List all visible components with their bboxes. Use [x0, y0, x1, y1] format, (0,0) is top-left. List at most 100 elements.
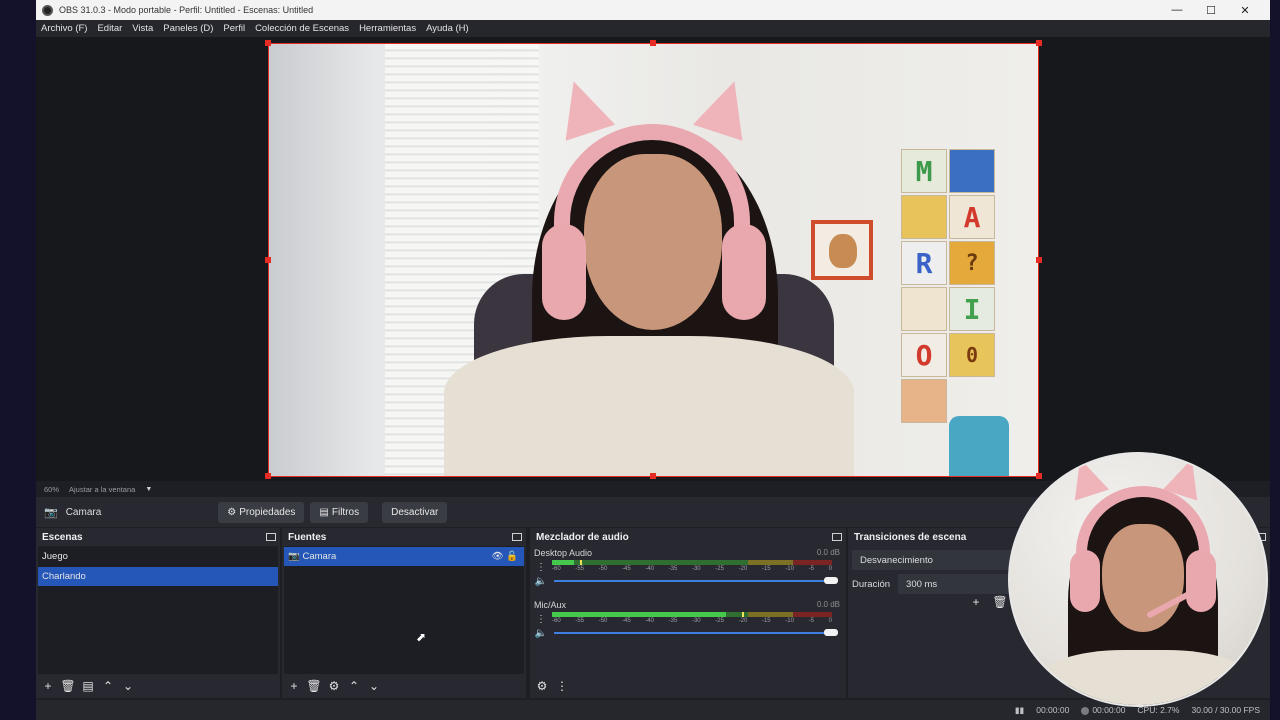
close-icon[interactable]: ✕ — [1228, 0, 1262, 20]
resize-handle[interactable] — [650, 473, 656, 479]
menu-perfil[interactable]: Perfil — [218, 23, 250, 34]
meter-tick-label: -25 — [715, 566, 724, 572]
audio-mixer-dock: Mezclador de audio Desktop Audio 0.0 dB … — [530, 528, 846, 698]
scene-item[interactable]: Juego — [38, 547, 278, 566]
mushroom-tile — [901, 287, 947, 331]
scene-item-selected[interactable]: Charlando — [38, 567, 278, 586]
source-item[interactable]: 📷 Camara 👁 🔓 — [284, 547, 524, 566]
undock-icon[interactable] — [266, 533, 276, 541]
selected-source-name: Camara — [65, 506, 102, 518]
record-icon — [1081, 706, 1090, 715]
mixer-title: Mezclador de audio — [536, 531, 629, 543]
resize-handle[interactable] — [1036, 473, 1042, 479]
meter-tick-label: -30 — [691, 566, 701, 572]
meter-tick-label: -45 — [621, 566, 631, 572]
meter-tick-label: -5 — [808, 618, 814, 624]
meter-tick-label: -45 — [621, 618, 631, 624]
window-title: OBS 31.0.3 - Modo portable - Perfil: Unt… — [59, 5, 314, 15]
title-bar: OBS 31.0.3 - Modo portable - Perfil: Unt… — [36, 0, 1270, 20]
menu-herramientas[interactable]: Herramientas — [354, 23, 421, 34]
meter-tick-label: -15 — [761, 566, 771, 572]
mario-tile — [949, 149, 995, 193]
deactivate-button[interactable]: Desactivar — [382, 501, 448, 523]
add-icon[interactable]: + — [968, 594, 984, 610]
meter-tick-label: 0 — [828, 566, 832, 572]
sources-title: Fuentes — [288, 531, 327, 543]
resize-handle[interactable] — [265, 40, 271, 46]
camera-preview-source[interactable]: M A R ? I O 0 — [268, 43, 1039, 477]
meter-tick-label: -20 — [738, 566, 748, 572]
meter-tick-label: -10 — [785, 566, 794, 572]
stream-time: 00:00:00 — [1036, 705, 1070, 715]
meter-tick-label: -30 — [691, 618, 701, 624]
letter-tile: O — [901, 333, 947, 377]
move-down-icon[interactable]: ⌄ — [366, 678, 382, 694]
volume-meter: -60 -55 -50 -45 -40 -35 -30 -25 -20 -15 -10 -5 0 — [548, 612, 834, 626]
desktop-background-left — [0, 0, 36, 720]
transition-select[interactable]: Desvanecimiento — [852, 550, 1012, 570]
undock-icon[interactable] — [512, 533, 522, 541]
menu-paneles[interactable]: Paneles (D) — [158, 23, 218, 34]
add-icon[interactable]: + — [40, 678, 56, 694]
transitions-title: Transiciones de escena — [854, 531, 967, 543]
meter-tick-label: -50 — [598, 618, 608, 624]
move-down-icon[interactable]: ⌄ — [120, 678, 136, 694]
minimize-icon[interactable]: — — [1160, 0, 1194, 20]
resize-handle[interactable] — [265, 257, 271, 263]
sources-list: 📷 Camara 👁 🔓 ⬈ — [284, 546, 524, 674]
scenes-list: Juego Charlando — [38, 546, 278, 674]
visibility-eye-icon[interactable]: 👁 — [491, 551, 503, 562]
maximize-icon[interactable]: ☐ — [1194, 0, 1228, 20]
duration-input[interactable]: 300 ms — [898, 574, 1009, 594]
resize-handle[interactable] — [265, 473, 271, 479]
slider-knob[interactable] — [824, 577, 838, 584]
menu-bar: Archivo (F) Editar Vista Paneles (D) Per… — [36, 20, 1270, 37]
menu-vista[interactable]: Vista — [127, 23, 158, 34]
scenes-dock: Escenas Juego Charlando + 🗑 ▤ ⌃ ⌄ — [36, 528, 280, 698]
flower-tile — [901, 379, 947, 423]
meter-tick-label: -40 — [645, 566, 654, 572]
menu-coleccion-escenas[interactable]: Colección de Escenas — [250, 23, 354, 34]
more-options-icon[interactable]: ⋮ — [534, 562, 548, 573]
speaker-icon[interactable]: 🔈 — [534, 576, 548, 587]
add-icon[interactable]: + — [286, 678, 302, 694]
menu-editar[interactable]: Editar — [92, 23, 127, 34]
trash-icon[interactable]: 🗑 — [306, 678, 322, 694]
volume-slider[interactable] — [554, 628, 838, 638]
fit-to-window-label[interactable]: Ajustar a la ventana — [69, 485, 135, 494]
water-bottle — [949, 416, 1009, 476]
letter-block-board: M A R ? I O 0 — [901, 149, 999, 431]
camera-icon: 📷 — [288, 551, 300, 562]
gear-icon[interactable]: ⚙ — [326, 678, 342, 694]
menu-ayuda[interactable]: Ayuda (H) — [421, 23, 474, 34]
resize-handle[interactable] — [1036, 40, 1042, 46]
lock-icon[interactable]: 🔓 — [506, 551, 518, 562]
resize-handle[interactable] — [650, 40, 656, 46]
meter-tick-label: -5 — [808, 566, 814, 572]
preview-area: M A R ? I O 0 — [36, 37, 1270, 481]
meter-tick-label: -35 — [668, 566, 678, 572]
filter-icon[interactable]: ▤ — [80, 678, 96, 694]
speaker-icon[interactable]: 🔈 — [534, 628, 548, 639]
chevron-down-icon[interactable]: ▼ — [145, 486, 152, 493]
trash-icon[interactable]: 🗑 — [60, 678, 76, 694]
menu-archivo[interactable]: Archivo (F) — [36, 23, 92, 34]
meter-tick-label: -20 — [738, 618, 748, 624]
undock-icon[interactable] — [832, 533, 842, 541]
advanced-audio-gear-icon[interactable]: ⚙ — [534, 678, 550, 694]
properties-button[interactable]: ⚙ Propiedades — [218, 501, 305, 523]
volume-slider[interactable] — [554, 576, 838, 586]
move-up-icon[interactable]: ⌃ — [346, 678, 362, 694]
mouse-cursor-icon: ⬈ — [416, 630, 427, 644]
more-options-icon[interactable]: ⋮ — [534, 614, 548, 625]
meter-tick-label: -35 — [668, 618, 678, 624]
channel-name: Mic/Aux — [534, 600, 567, 610]
move-up-icon[interactable]: ⌃ — [100, 678, 116, 694]
more-options-icon[interactable]: ⋮ — [554, 678, 570, 694]
filters-button[interactable]: ▤ Filtros — [310, 501, 369, 523]
resize-handle[interactable] — [1036, 257, 1042, 263]
slider-knob[interactable] — [824, 629, 838, 636]
trash-icon[interactable]: 🗑 — [992, 594, 1008, 610]
webcam-overlay — [1008, 452, 1268, 707]
audio-channel-mic: Mic/Aux 0.0 dB ⋮ -60 -55 -50 -45 -40 -35 -30 -2… — [534, 600, 840, 640]
